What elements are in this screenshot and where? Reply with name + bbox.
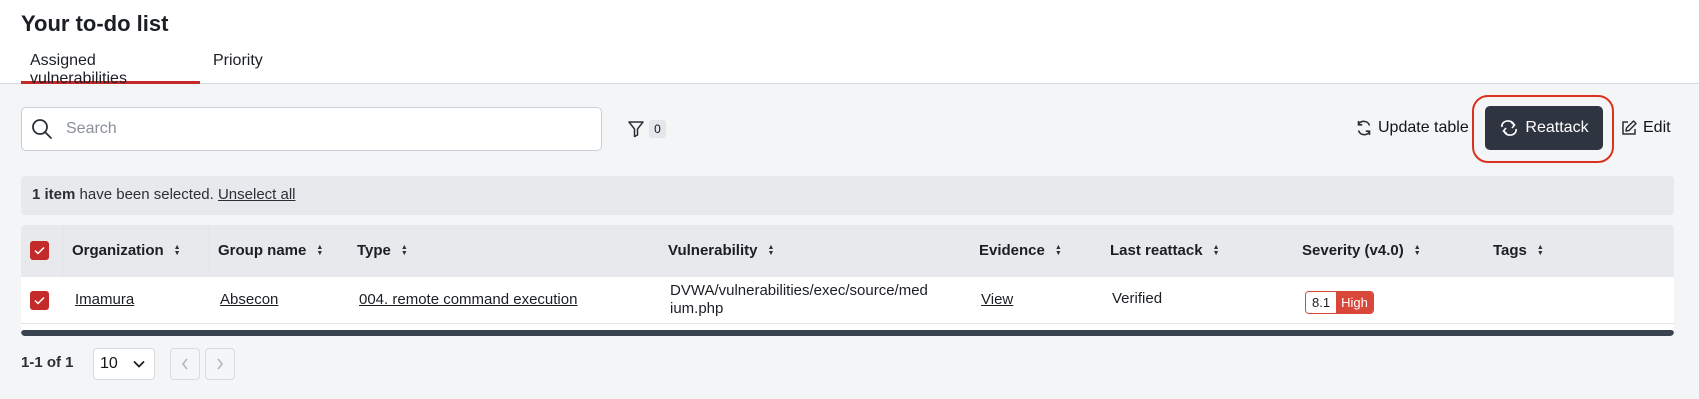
sort-icon: ▲ ▼ bbox=[1413, 244, 1421, 257]
reattack-icon bbox=[1501, 120, 1518, 136]
update-table-label: Update table bbox=[1378, 119, 1469, 136]
edit-button[interactable]: Edit bbox=[1620, 115, 1671, 141]
severity-badge: 8.1 High bbox=[1305, 291, 1374, 314]
column-label: Tags bbox=[1493, 242, 1527, 259]
horizontal-scrollbar[interactable] bbox=[21, 330, 1674, 336]
next-page-button[interactable] bbox=[205, 348, 235, 380]
column-label: Last reattack bbox=[1110, 242, 1203, 259]
previous-page-button[interactable] bbox=[170, 348, 200, 380]
column-label: Severity (v4.0) bbox=[1302, 242, 1404, 259]
pagination-range: 1-1 of 1 bbox=[21, 354, 74, 371]
per-page-value: 10 bbox=[100, 355, 118, 372]
column-label: Organization bbox=[72, 242, 164, 259]
page-title: Your to-do list bbox=[21, 11, 169, 36]
sort-icon: ▲ ▼ bbox=[316, 244, 324, 257]
reattack-button[interactable]: Reattack bbox=[1485, 106, 1603, 150]
search-input[interactable] bbox=[66, 117, 586, 141]
column-label: Evidence bbox=[979, 242, 1045, 259]
column-label: Type bbox=[357, 242, 391, 259]
vulnerability-path-line: DVWA/vulnerabilities/exec/source/med bbox=[670, 282, 928, 299]
vulnerabilities-table: Organization ▲ ▼ Group name ▲ ▼ Type ▲ ▼ Vu… bbox=[21, 225, 1674, 336]
column-header-tags[interactable]: Tags ▲ ▼ bbox=[1493, 225, 1544, 277]
vulnerability-path-line: ium.php bbox=[670, 300, 724, 317]
group-name-link[interactable]: Absecon bbox=[220, 291, 278, 308]
sort-icon: ▲ ▼ bbox=[173, 244, 181, 257]
column-header-last-reattack[interactable]: Last reattack ▲ ▼ bbox=[1110, 225, 1220, 277]
check-icon bbox=[34, 246, 45, 255]
check-icon bbox=[34, 296, 45, 305]
organization-link[interactable]: Imamura bbox=[75, 291, 134, 308]
filter-icon bbox=[628, 121, 644, 138]
vulnerability-path: DVWA/vulnerabilities/exec/source/med ium… bbox=[670, 282, 928, 318]
table-header: Organization ▲ ▼ Group name ▲ ▼ Type ▲ ▼ Vu… bbox=[21, 225, 1674, 277]
column-header-evidence[interactable]: Evidence ▲ ▼ bbox=[979, 225, 1062, 277]
search-box[interactable] bbox=[21, 107, 602, 151]
tab-assigned-vulnerabilities[interactable]: Assigned vulnerabilities bbox=[21, 52, 200, 87]
sort-icon: ▲ ▼ bbox=[767, 244, 775, 257]
column-label: Vulnerability bbox=[668, 242, 758, 259]
evidence-view-link[interactable]: View bbox=[981, 291, 1013, 308]
sort-icon: ▲ ▼ bbox=[400, 244, 408, 257]
column-header-group-name[interactable]: Group name ▲ ▼ bbox=[218, 225, 323, 277]
filter-count-badge: 0 bbox=[649, 120, 666, 138]
column-header-severity[interactable]: Severity (v4.0) ▲ ▼ bbox=[1302, 225, 1421, 277]
severity-level: High bbox=[1336, 292, 1373, 313]
selection-count: 1 item bbox=[32, 186, 76, 203]
refresh-icon bbox=[1357, 120, 1371, 136]
table-row[interactable]: Imamura Absecon 004. remote command exec… bbox=[21, 277, 1674, 324]
selection-text: have been selected. bbox=[75, 186, 218, 203]
row-checkbox[interactable] bbox=[30, 291, 49, 310]
edit-icon bbox=[1622, 120, 1637, 135]
selection-bar: 1 item have been selected. Unselect all bbox=[21, 176, 1674, 215]
severity-score: 8.1 bbox=[1306, 292, 1337, 313]
select-all-checkbox[interactable] bbox=[30, 241, 49, 260]
sort-icon: ▲ ▼ bbox=[1536, 244, 1544, 257]
per-page-select[interactable]: 10 bbox=[93, 348, 155, 380]
column-header-type[interactable]: Type ▲ ▼ bbox=[357, 225, 408, 277]
update-table-button[interactable]: Update table bbox=[1355, 115, 1469, 141]
column-header-organization[interactable]: Organization ▲ ▼ bbox=[72, 225, 181, 277]
header: Your to-do list Assigned vulnerabilities… bbox=[0, 0, 1699, 87]
edit-label: Edit bbox=[1643, 119, 1671, 136]
type-link[interactable]: 004. remote command execution bbox=[359, 291, 577, 308]
reattack-label: Reattack bbox=[1525, 119, 1589, 136]
search-icon bbox=[32, 119, 52, 139]
filter-button[interactable]: 0 bbox=[627, 117, 666, 141]
chevron-down-icon bbox=[133, 360, 145, 368]
sort-icon: ▲ ▼ bbox=[1054, 244, 1062, 257]
chevron-right-icon bbox=[217, 358, 224, 370]
chevron-left-icon bbox=[181, 358, 188, 370]
column-header-vulnerability[interactable]: Vulnerability ▲ ▼ bbox=[668, 225, 774, 277]
tab-priority[interactable]: Priority bbox=[204, 52, 272, 84]
unselect-all-link[interactable]: Unselect all bbox=[218, 186, 296, 203]
column-label: Group name bbox=[218, 242, 307, 259]
last-reattack-status: Verified bbox=[1112, 290, 1163, 307]
sort-icon: ▲ ▼ bbox=[1212, 244, 1220, 257]
